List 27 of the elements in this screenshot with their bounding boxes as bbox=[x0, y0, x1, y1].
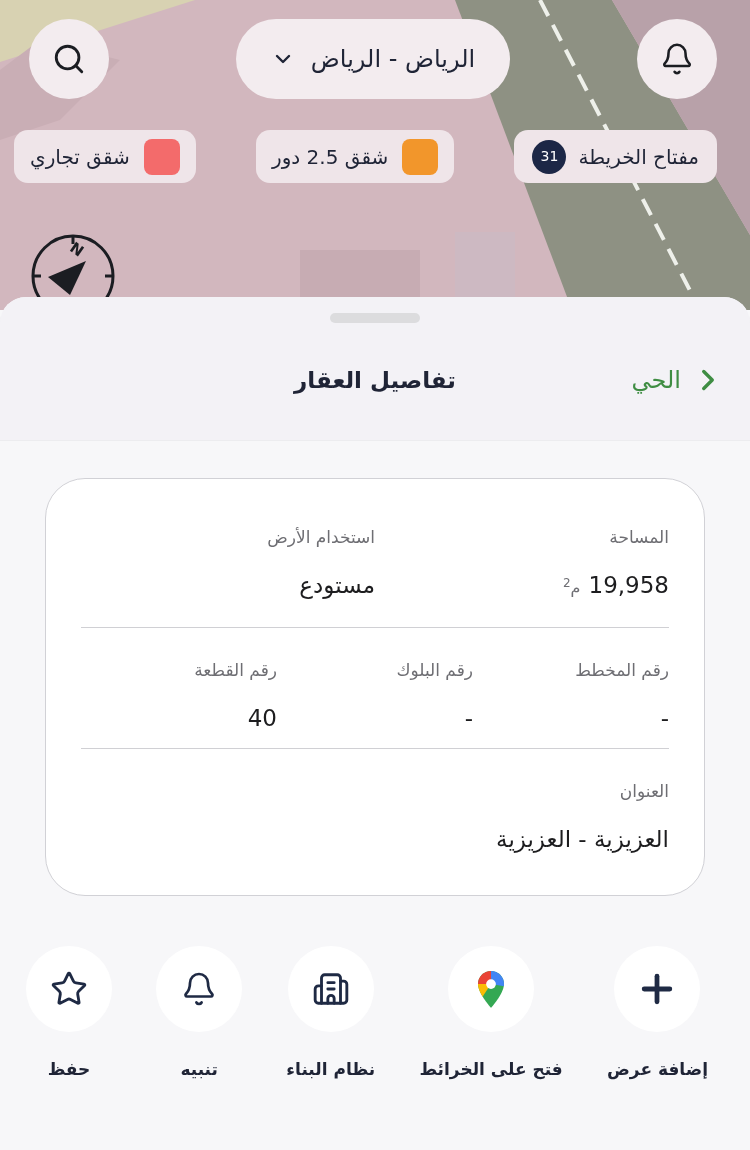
bell-icon bbox=[660, 42, 694, 76]
field-label: رقم البلوك bbox=[396, 659, 473, 682]
building-code-button[interactable]: نظام البناء bbox=[286, 946, 376, 1082]
city-dropdown[interactable]: الرياض - الرياض bbox=[236, 19, 510, 99]
field-value: 19,958 bbox=[588, 571, 669, 600]
legend-chip[interactable]: شقق 2.5 دور bbox=[255, 130, 455, 183]
field-value: مستودع bbox=[299, 571, 375, 601]
sheet-title: تفاصيل العقار bbox=[294, 365, 456, 396]
field-label: العنوان bbox=[619, 780, 669, 803]
field-label: رقم القطعة bbox=[194, 659, 277, 682]
field-value: العزيزية - العزيزية bbox=[496, 825, 669, 855]
compass-icon[interactable]: N bbox=[30, 233, 116, 297]
legend-chip[interactable]: شقق تجاري bbox=[14, 130, 196, 183]
field-value: - bbox=[660, 704, 669, 733]
count-badge: 31 bbox=[532, 139, 567, 174]
save-button[interactable]: حفظ bbox=[26, 946, 112, 1082]
drag-handle[interactable] bbox=[330, 313, 420, 323]
field-label: استخدام الأرض bbox=[267, 526, 375, 549]
field-label: رقم المخطط bbox=[575, 659, 669, 682]
field-value: 40 bbox=[247, 704, 277, 733]
search-icon bbox=[52, 42, 86, 76]
back-link[interactable]: الحي bbox=[631, 362, 725, 398]
field-label: المساحة bbox=[609, 526, 669, 549]
add-offer-button[interactable]: إضافة عرض bbox=[606, 946, 708, 1082]
open-in-maps-button[interactable]: فتح على الخرائط bbox=[419, 946, 563, 1082]
field-value: - bbox=[464, 704, 473, 733]
alert-button[interactable]: تنبيه bbox=[156, 946, 243, 1082]
